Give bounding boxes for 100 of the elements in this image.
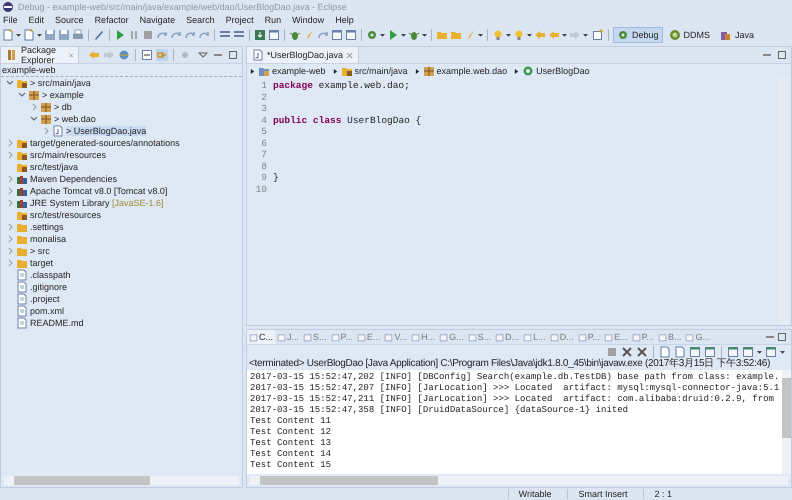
window-icon[interactable] xyxy=(765,346,777,358)
breadcrumb-item[interactable]: src/main/java xyxy=(340,65,408,77)
window-icon[interactable] xyxy=(689,346,701,358)
open-perspective-icon[interactable] xyxy=(592,29,604,41)
view-tab[interactable]: G... xyxy=(683,330,712,344)
tree-item[interactable]: > src/main/java xyxy=(1,77,242,89)
tree-item[interactable]: > UserBlogDao.java xyxy=(1,125,242,137)
view-tab[interactable]: B... xyxy=(656,330,684,344)
tree-item[interactable]: target xyxy=(1,257,242,269)
maximize-icon[interactable] xyxy=(227,49,239,61)
menu-item[interactable]: Help xyxy=(334,14,355,24)
window-icon[interactable] xyxy=(331,29,343,41)
view-tab[interactable]: P... xyxy=(328,330,355,344)
view-tab[interactable]: G... xyxy=(437,330,466,344)
breadcrumb-item[interactable]: example.web.dao xyxy=(422,65,508,77)
step-icon[interactable] xyxy=(156,29,168,41)
menu-item[interactable]: Source xyxy=(54,14,85,24)
tree-item[interactable]: .gitignore xyxy=(1,281,242,293)
view-tab[interactable]: E... xyxy=(602,330,630,344)
menu-item[interactable]: File xyxy=(2,14,19,24)
breadcrumb-arrow-icon[interactable] xyxy=(414,68,420,74)
tree-item[interactable]: README.md xyxy=(1,317,242,329)
menu-item[interactable]: Refactor xyxy=(94,14,130,24)
menu-item[interactable]: Search xyxy=(185,14,216,24)
tree-item[interactable]: src/main/resources xyxy=(1,149,242,161)
view-tab[interactable]: D... xyxy=(493,330,522,344)
maximize-icon[interactable] xyxy=(776,331,788,343)
close-icon[interactable] xyxy=(636,346,648,358)
breadcrumb-item[interactable]: example-web xyxy=(258,65,326,77)
tree-item[interactable]: pom.xml xyxy=(1,305,242,317)
window-icon[interactable] xyxy=(742,346,754,358)
tree-item[interactable]: Maven Dependencies xyxy=(1,173,242,185)
tree-item[interactable]: > db xyxy=(1,101,242,113)
save-icon[interactable] xyxy=(58,29,70,41)
view-tab[interactable]: D... xyxy=(548,330,576,344)
view-tab[interactable]: S... xyxy=(466,330,494,344)
run-icon[interactable] xyxy=(114,29,126,41)
perspective-button[interactable]: DDMS xyxy=(664,27,714,43)
step-icon[interactable] xyxy=(184,29,196,41)
tree-item[interactable]: .settings xyxy=(1,221,242,233)
close-icon[interactable] xyxy=(621,346,633,358)
breadcrumb-arrow-icon[interactable] xyxy=(332,68,338,74)
tree-item[interactable]: Apache Tomcat v8.0 [Tomcat v8.0] xyxy=(1,185,242,197)
globe-icon[interactable] xyxy=(118,49,130,61)
printer-icon[interactable] xyxy=(72,29,84,41)
filter-icon[interactable] xyxy=(179,49,191,61)
tree-item[interactable]: > web.dao xyxy=(1,113,242,125)
horizontal-scrollbar[interactable] xyxy=(4,476,239,485)
tree-item[interactable]: src/test/resources xyxy=(1,209,242,221)
tree-item[interactable]: src/test/java xyxy=(1,161,242,173)
horizontal-scrollbar[interactable] xyxy=(250,476,788,485)
editor-tab[interactable]: *UserBlogDao.java xyxy=(247,47,360,63)
window-icon[interactable] xyxy=(345,29,357,41)
tree-item[interactable]: JRE System Library [JavaSE-1.6] xyxy=(1,197,242,209)
step-icon[interactable] xyxy=(170,29,182,41)
console-line: Test Content 15 xyxy=(250,460,332,471)
view-tab[interactable]: S... xyxy=(301,330,329,344)
view-tab[interactable]: C... xyxy=(247,330,276,344)
menu-item[interactable]: Project xyxy=(224,14,255,24)
window-icon[interactable] xyxy=(268,29,280,41)
view-tab[interactable]: H... xyxy=(409,330,438,344)
pause-icon[interactable] xyxy=(128,29,140,41)
tree-item[interactable]: > src xyxy=(1,245,242,257)
step-icon[interactable] xyxy=(198,29,210,41)
tree-item[interactable]: .project xyxy=(1,293,242,305)
window-icon[interactable] xyxy=(704,346,716,358)
page-icon[interactable] xyxy=(2,29,14,41)
tree-item[interactable]: .classpath xyxy=(1,269,242,281)
view-tab[interactable]: P... xyxy=(576,330,602,344)
breadcrumb-arrow-icon[interactable] xyxy=(250,68,255,74)
stop-icon[interactable] xyxy=(142,29,154,41)
maximize-icon[interactable] xyxy=(776,49,788,61)
close-icon[interactable] xyxy=(68,52,73,58)
pen-icon[interactable] xyxy=(93,29,105,41)
breadcrumb-item[interactable]: UserBlogDao xyxy=(522,65,590,77)
view-tab[interactable]: E... xyxy=(354,330,382,344)
view-tab[interactable]: L... xyxy=(521,330,548,344)
tree-item[interactable]: > example xyxy=(1,89,242,101)
tree-item[interactable]: monalisa xyxy=(1,233,242,245)
close-icon[interactable] xyxy=(346,52,354,58)
vertical-scrollbar[interactable] xyxy=(779,78,789,325)
perspective-button[interactable]: Java xyxy=(716,27,758,43)
menu-item[interactable]: Window xyxy=(291,14,326,24)
tree-item[interactable]: target/generated-sources/annotations xyxy=(1,137,242,149)
page-icon[interactable] xyxy=(23,29,35,41)
breadcrumb-arrow-icon[interactable] xyxy=(514,68,520,74)
view-tab[interactable]: P... xyxy=(630,330,656,344)
menu-item[interactable]: Navigate xyxy=(138,14,176,24)
line-number: 4 xyxy=(260,114,267,126)
step-icon[interactable] xyxy=(317,29,329,41)
window-icon[interactable] xyxy=(727,346,739,358)
view-tab[interactable]: J... xyxy=(275,330,302,344)
collapse-all-icon[interactable] xyxy=(141,49,153,61)
menu-item[interactable]: Edit xyxy=(28,14,46,24)
perspective-button[interactable]: Debug xyxy=(613,27,663,43)
view-tab[interactable]: V... xyxy=(382,330,410,344)
menu-item[interactable]: Run xyxy=(264,14,282,24)
download-icon[interactable] xyxy=(254,29,266,41)
books-icon xyxy=(16,197,28,209)
vertical-scrollbar[interactable] xyxy=(782,370,791,474)
